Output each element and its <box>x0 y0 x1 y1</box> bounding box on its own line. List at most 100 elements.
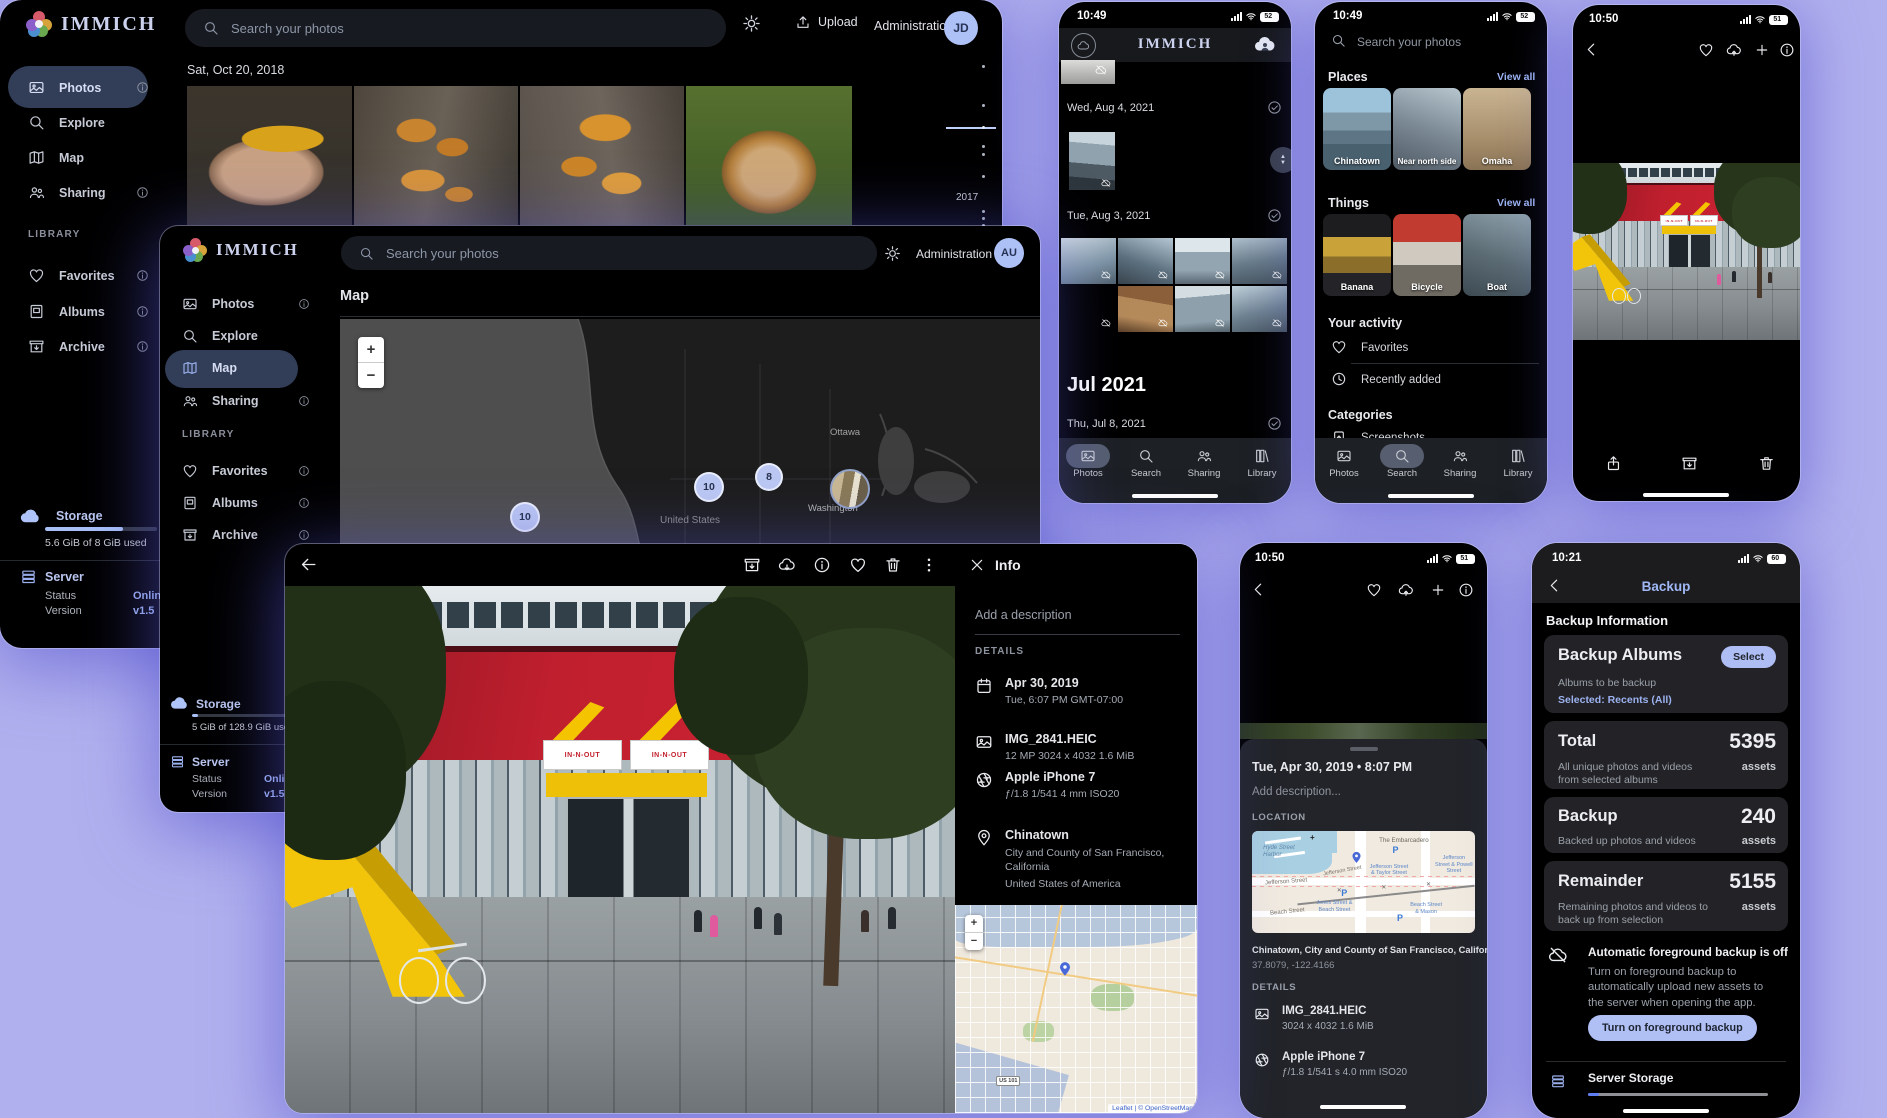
back-button[interactable] <box>1250 581 1267 598</box>
info-badge-icon[interactable] <box>136 269 149 282</box>
nav-search[interactable]: Search <box>1117 448 1175 479</box>
info-badge-icon[interactable] <box>136 305 149 318</box>
zoom-in-button[interactable]: + <box>965 915 983 932</box>
back-button[interactable] <box>299 555 318 574</box>
map-cluster[interactable]: 8 <box>755 463 783 491</box>
home-indicator[interactable] <box>1388 494 1474 498</box>
archive-button[interactable] <box>1681 455 1698 472</box>
sidebar-item-archive[interactable]: Archive <box>182 527 258 543</box>
info-badge-icon[interactable] <box>298 497 310 509</box>
nav-library[interactable]: Library <box>1489 448 1547 479</box>
nav-photos[interactable]: Photos <box>1059 448 1117 479</box>
search-input[interactable]: Search your photos <box>341 236 877 270</box>
favorite-button[interactable] <box>849 556 867 574</box>
sidebar-item-explore[interactable]: Explore <box>182 328 258 344</box>
photo-in-n-out[interactable]: IN-N-OUT IN-N-OUT <box>285 586 955 1113</box>
zoom-in-button[interactable]: + <box>358 337 384 362</box>
info-badge-icon[interactable] <box>298 395 310 407</box>
thing-card-bicycle[interactable]: Bicycle <box>1393 214 1461 296</box>
nav-library[interactable]: Library <box>1233 448 1291 479</box>
description-input[interactable]: Add description... <box>1252 786 1341 798</box>
select-group-icon[interactable] <box>1267 416 1282 431</box>
administration-link[interactable]: Administration <box>916 247 992 261</box>
home-indicator[interactable] <box>1643 493 1729 497</box>
photo-thumbnail[interactable] <box>187 86 352 225</box>
location-map[interactable]: ✕ ✕ ✕ P P P + Hyde Street Harbor The Emb… <box>1252 831 1475 933</box>
places-view-all[interactable]: View all <box>1497 71 1535 83</box>
upload-cloud-button[interactable] <box>1398 582 1414 598</box>
things-view-all[interactable]: View all <box>1497 197 1535 209</box>
sidebar-item-explore[interactable]: Explore <box>28 114 105 131</box>
nav-sharing[interactable]: Sharing <box>1431 448 1489 479</box>
detail-location[interactable]: Chinatown City and County of San Francis… <box>1005 828 1175 890</box>
place-card-omaha[interactable]: Omaha <box>1463 88 1531 170</box>
info-badge-icon[interactable] <box>136 81 149 94</box>
upload-button[interactable]: Upload <box>795 14 858 30</box>
info-button[interactable] <box>1779 42 1795 58</box>
nav-photos[interactable]: Photos <box>1315 448 1373 479</box>
info-badge-icon[interactable] <box>136 340 149 353</box>
photo-thumbnail[interactable] <box>686 86 852 225</box>
sidebar-item-photos[interactable]: Photos <box>28 79 101 96</box>
sidebar-item-archive[interactable]: Archive <box>28 338 105 355</box>
sidebar-item-sharing[interactable]: Sharing <box>182 393 259 409</box>
add-button[interactable] <box>1754 42 1770 58</box>
favorite-button[interactable] <box>1698 42 1714 58</box>
activity-recently-added[interactable]: Recently added <box>1361 374 1441 386</box>
user-avatar[interactable]: AU <box>994 238 1024 268</box>
place-card-chinatown[interactable]: Chinatown <box>1323 88 1391 170</box>
select-button[interactable]: Select <box>1721 646 1776 668</box>
nav-search[interactable]: Search <box>1373 448 1431 479</box>
location-map[interactable]: + − US 101 Leaflet | © OpenStreetMap <box>955 905 1197 1113</box>
more-options-button[interactable] <box>920 556 938 574</box>
user-avatar[interactable]: JD <box>944 11 978 45</box>
favorite-button[interactable] <box>1366 582 1382 598</box>
photo-thumbnail[interactable] <box>354 86 518 225</box>
description-input[interactable]: Add a description <box>975 608 1072 622</box>
search-icon[interactable] <box>1331 33 1346 48</box>
sidebar-item-map[interactable]: Map <box>182 360 237 376</box>
home-indicator[interactable] <box>1623 1109 1709 1113</box>
place-card-near-north-side[interactable]: Near north side <box>1393 88 1461 170</box>
sidebar-item-map[interactable]: Map <box>28 149 84 166</box>
sidebar-item-photos[interactable]: Photos <box>182 296 254 312</box>
upload-cloud-button[interactable] <box>1726 42 1742 58</box>
search-input[interactable]: Search your photos <box>185 9 726 47</box>
photo-in-n-out[interactable]: IN-N-OUT IN-N-OUT <box>1573 163 1800 340</box>
info-button[interactable] <box>813 556 831 574</box>
sidebar-item-albums[interactable]: Albums <box>182 495 258 511</box>
profile-icon[interactable] <box>1253 32 1277 61</box>
add-button[interactable] <box>1430 582 1446 598</box>
photo-thumbnail[interactable] <box>520 86 684 225</box>
theme-toggle-button[interactable] <box>742 14 761 33</box>
map-zoom-control[interactable]: + − <box>965 915 983 950</box>
activity-favorites[interactable]: Favorites <box>1361 342 1408 354</box>
zoom-out-button[interactable]: − <box>965 932 983 950</box>
administration-link[interactable]: Administration <box>874 19 953 33</box>
sidebar-item-sharing[interactable]: Sharing <box>28 184 106 201</box>
info-badge-icon[interactable] <box>298 529 310 541</box>
thing-card-banana[interactable]: Banana <box>1323 214 1391 296</box>
immich-logo[interactable]: IMMICH <box>183 238 299 262</box>
map-cluster[interactable]: 10 <box>694 472 724 502</box>
info-badge-icon[interactable] <box>136 186 149 199</box>
map-cluster[interactable]: 10 <box>510 502 540 532</box>
theme-toggle-button[interactable] <box>884 245 901 262</box>
turn-on-backup-button[interactable]: Turn on foreground backup <box>1588 1015 1757 1041</box>
search-input[interactable]: Search your photos <box>1357 35 1461 49</box>
scroll-handle[interactable]: ▲▼ <box>1270 147 1291 173</box>
sidebar-item-albums[interactable]: Albums <box>28 303 105 320</box>
photo-strip[interactable] <box>1240 723 1487 739</box>
info-button[interactable] <box>1458 582 1474 598</box>
archive-button[interactable] <box>743 556 761 574</box>
map-photo-marker[interactable] <box>830 469 870 509</box>
timeline-scrubber[interactable]: 2017 <box>972 60 996 250</box>
thing-card-boat[interactable]: Boat <box>1463 214 1531 296</box>
share-button[interactable] <box>1605 455 1622 472</box>
home-indicator[interactable] <box>1132 494 1218 498</box>
map-zoom-control[interactable]: + − <box>358 337 384 388</box>
close-icon[interactable] <box>969 557 985 573</box>
nav-sharing[interactable]: Sharing <box>1175 448 1233 479</box>
home-indicator[interactable] <box>1320 1105 1406 1109</box>
sidebar-item-favorites[interactable]: Favorites <box>28 267 115 284</box>
